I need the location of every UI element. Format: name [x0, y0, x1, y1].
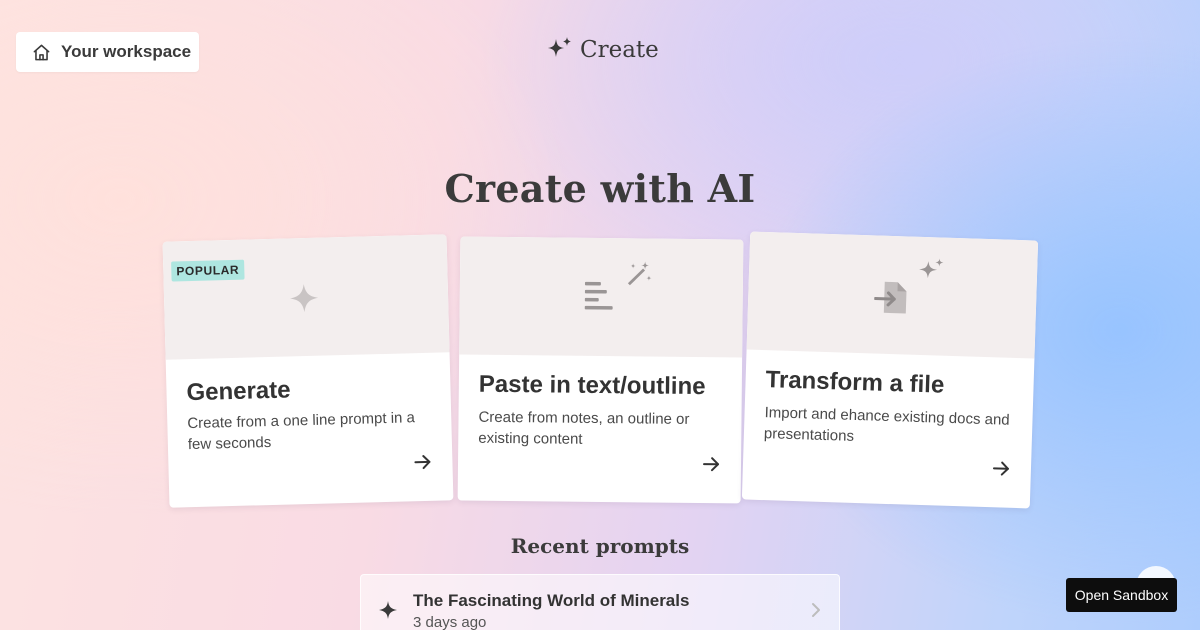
file-import-icon [873, 279, 909, 321]
transform-file-card[interactable]: Transform a file Import and ehance exist… [741, 231, 1039, 509]
recent-prompt-item[interactable]: The Fascinating World of Minerals 3 days… [360, 574, 840, 630]
sparkle-icon [288, 282, 321, 320]
text-lines-icon [584, 280, 615, 315]
home-icon [32, 43, 51, 62]
card-title: Transform a file [765, 366, 945, 399]
card-description: Import and ehance existing docs and pres… [763, 404, 1010, 445]
brand-logo: Create [546, 34, 659, 66]
chevron-right-icon [811, 602, 821, 623]
sparkles-icon [917, 257, 946, 291]
card-title: Paste in text/outline [478, 370, 706, 401]
paste-text-card[interactable]: Paste in text/outline Create from notes,… [457, 236, 744, 504]
card-thumbnail [746, 231, 1039, 359]
card-thumbnail: POPULAR [162, 234, 450, 360]
popular-badge: POPULAR [171, 259, 245, 282]
prompt-timestamp: 3 days ago [413, 614, 487, 630]
card-thumbnail [459, 236, 744, 358]
generate-card[interactable]: POPULAR Generate Create from a one line … [162, 234, 454, 508]
open-sandbox-button[interactable]: Open Sandbox [1066, 578, 1177, 612]
arrow-right-icon [701, 454, 721, 479]
arrow-right-icon [990, 458, 1011, 484]
sparkles-icon [546, 34, 574, 67]
sparkle-icon [379, 601, 397, 624]
page-title: Create with AI [444, 166, 756, 211]
magic-wand-icon [625, 260, 653, 293]
arrow-right-icon [412, 452, 433, 478]
card-description: Create from a one line prompt in a few s… [187, 409, 416, 454]
card-description: Create from notes, an outline or existin… [478, 408, 690, 448]
recent-prompts-heading: Recent prompts [510, 534, 690, 558]
workspace-label: Your workspace [61, 42, 192, 61]
card-title: Generate [186, 376, 291, 407]
prompt-title: The Fascinating World of Minerals [413, 591, 690, 610]
brand-label: Create [580, 37, 659, 63]
workspace-button[interactable]: Your workspace [16, 32, 199, 72]
